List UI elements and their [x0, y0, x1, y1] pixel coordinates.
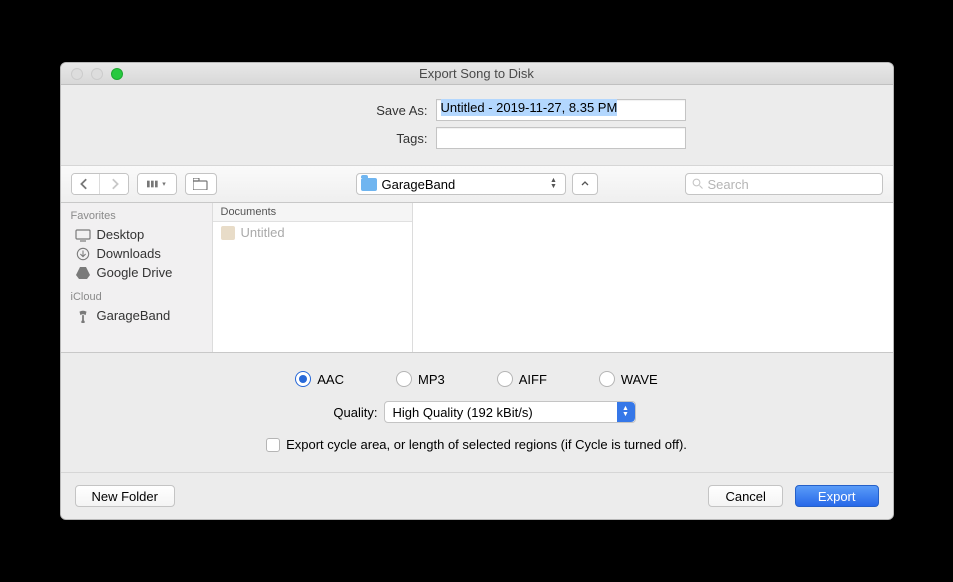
- window-title: Export Song to Disk: [61, 66, 893, 81]
- save-form: Save As: Untitled - 2019-11-27, 8.35 PM …: [61, 85, 893, 165]
- file-browser: Favorites Desktop Downloads Google Drive…: [61, 203, 893, 353]
- icloud-header: iCloud: [61, 288, 212, 306]
- quality-row: Quality: High Quality (192 kBit/s) ▲▼: [61, 401, 893, 423]
- column-header: Documents: [213, 203, 412, 222]
- dialog-footer: New Folder Cancel Export: [61, 472, 893, 519]
- format-wave[interactable]: WAVE: [599, 371, 658, 387]
- column-view-icon[interactable]: ▾: [138, 174, 176, 194]
- save-as-input[interactable]: Untitled - 2019-11-27, 8.35 PM: [436, 99, 686, 121]
- sidebar-item-label: Desktop: [97, 227, 145, 242]
- cancel-button[interactable]: Cancel: [708, 485, 782, 507]
- path-label: GarageBand: [382, 177, 542, 192]
- search-icon: [692, 178, 704, 190]
- sidebar-item-desktop[interactable]: Desktop: [61, 225, 212, 244]
- sidebar-item-label: Google Drive: [97, 265, 173, 280]
- tags-label: Tags:: [61, 131, 436, 146]
- close-icon[interactable]: [71, 68, 83, 80]
- sidebar-item-garageband[interactable]: GarageBand: [61, 306, 212, 325]
- quality-label: Quality:: [318, 405, 378, 420]
- garageband-icon: [75, 309, 91, 323]
- export-button[interactable]: Export: [795, 485, 879, 507]
- radio-icon: [599, 371, 615, 387]
- titlebar: Export Song to Disk: [61, 63, 893, 85]
- path-stepper-icon: ▲▼: [547, 178, 561, 190]
- window-controls: [61, 68, 123, 80]
- format-aac[interactable]: AAC: [295, 371, 344, 387]
- document-icon: [221, 226, 235, 240]
- forward-button[interactable]: [100, 174, 128, 194]
- quality-select[interactable]: High Quality (192 kBit/s) ▲▼: [384, 401, 636, 423]
- new-folder-button[interactable]: New Folder: [75, 485, 175, 507]
- sidebar: Favorites Desktop Downloads Google Drive…: [61, 203, 213, 352]
- column-documents: Documents Untitled: [213, 203, 413, 352]
- view-mode[interactable]: ▾: [137, 173, 177, 195]
- export-cycle-label: Export cycle area, or length of selected…: [286, 437, 687, 452]
- zoom-icon[interactable]: [111, 68, 123, 80]
- list-item[interactable]: Untitled: [213, 222, 412, 243]
- folder-icon: [361, 178, 377, 191]
- path-popup[interactable]: GarageBand ▲▼: [356, 173, 566, 195]
- downloads-icon: [75, 247, 91, 261]
- save-as-label: Save As:: [61, 103, 436, 118]
- radio-icon: [396, 371, 412, 387]
- sidebar-item-label: Downloads: [97, 246, 161, 261]
- export-cycle-row[interactable]: Export cycle area, or length of selected…: [61, 437, 893, 452]
- sidebar-item-downloads[interactable]: Downloads: [61, 244, 212, 263]
- quality-value: High Quality (192 kBit/s): [393, 405, 533, 420]
- back-button[interactable]: [72, 174, 100, 194]
- tags-input[interactable]: [436, 127, 686, 149]
- radio-icon: [295, 371, 311, 387]
- search-field[interactable]: Search: [685, 173, 883, 195]
- format-mp3[interactable]: MP3: [396, 371, 445, 387]
- preview-pane: [413, 203, 893, 352]
- export-dialog: Export Song to Disk Save As: Untitled - …: [60, 62, 894, 520]
- export-options: AAC MP3 AIFF WAVE Quality: High Quality …: [61, 353, 893, 472]
- nav-back-forward: [71, 173, 129, 195]
- collapse-button[interactable]: [572, 173, 598, 195]
- search-placeholder: Search: [708, 177, 749, 192]
- chevron-updown-icon: ▲▼: [617, 402, 635, 422]
- radio-icon: [497, 371, 513, 387]
- desktop-icon: [75, 228, 91, 242]
- browser-toolbar: ▾ GarageBand ▲▼ Search: [61, 165, 893, 203]
- group-button[interactable]: [185, 173, 217, 195]
- sidebar-item-label: GarageBand: [97, 308, 171, 323]
- format-radios: AAC MP3 AIFF WAVE: [61, 371, 893, 387]
- gdrive-icon: [75, 266, 91, 280]
- checkbox-icon[interactable]: [266, 438, 280, 452]
- favorites-header: Favorites: [61, 207, 212, 225]
- sidebar-item-gdrive[interactable]: Google Drive: [61, 263, 212, 282]
- item-label: Untitled: [241, 225, 285, 240]
- format-aiff[interactable]: AIFF: [497, 371, 547, 387]
- minimize-icon[interactable]: [91, 68, 103, 80]
